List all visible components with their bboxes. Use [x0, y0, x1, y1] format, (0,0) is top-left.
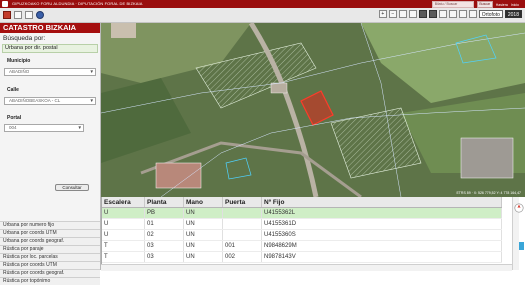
chevron-down-icon: ▼	[89, 69, 94, 74]
print-icon[interactable]	[14, 11, 22, 19]
cell-mano: UN	[183, 251, 223, 263]
municipio-select[interactable]: ABADIÑO ▼	[4, 68, 96, 76]
units-table: Escalera Planta Mano Puerta Nº Fijo U PB…	[102, 197, 502, 263]
banner-search-input[interactable]: Bilatu / Buscar	[431, 1, 474, 8]
portal-label: Portal	[7, 115, 22, 121]
cell-planta: 03	[144, 240, 184, 252]
cell-numero-fijo: U4155360S	[261, 229, 502, 241]
government-logo-icon	[2, 1, 8, 7]
side-panel-toggle-button[interactable]	[519, 242, 524, 250]
table-row[interactable]: T 03 UN 001 N9848629M	[102, 240, 502, 252]
cell-planta: 01	[144, 218, 184, 230]
menu-item-urbana-coords-geograf[interactable]: Urbana por coords geograf.	[0, 237, 100, 245]
banner-search-button[interactable]: Buscar	[476, 1, 493, 8]
basemap-year-select[interactable]: 2018	[504, 10, 522, 18]
column-header-puerta[interactable]: Puerta	[222, 197, 262, 208]
cell-mano: UN	[183, 207, 223, 219]
building-northwest	[111, 23, 136, 38]
globe-icon[interactable]	[36, 11, 44, 19]
top-banner: GIPUZKOAKO FORU ALDUNDIA · DIPUTACIÓN FO…	[0, 0, 525, 8]
cell-escalera: T	[102, 251, 145, 263]
map-toolbar: + − Ortofoto 2018	[0, 8, 525, 23]
municipio-label: Municipio	[7, 58, 31, 64]
tab-urbana-dir-postal[interactable]: Urbana por dir. postal	[2, 44, 98, 53]
document-icon[interactable]	[25, 11, 33, 19]
chevron-down-icon: ▼	[77, 125, 82, 130]
cell-escalera: U	[102, 207, 145, 219]
cell-puerta: 001	[222, 240, 262, 252]
building	[270, 82, 288, 94]
fullscreen-icon[interactable]	[408, 10, 417, 18]
cell-numero-fijo: N9878143V	[261, 251, 502, 263]
toolbar-right-group: + − Ortofoto 2018	[378, 10, 522, 18]
cell-mano: UN	[183, 229, 223, 241]
portal-select[interactable]: 004 ▼	[4, 124, 84, 132]
cell-mano: UN	[183, 218, 223, 230]
banner-actions: Bilatu / Buscar Buscar Hasiera Inicio	[431, 1, 519, 8]
banner-title: GIPUZKOAKO FORU ALDUNDIA · DIPUTACIÓN FO…	[12, 1, 143, 6]
basemap-select[interactable]: Ortofoto	[478, 10, 503, 18]
table-row[interactable]: U PB UN U4155362L	[102, 207, 502, 219]
search-mode-menu: Urbana por numero fijo Urbana por coords…	[0, 221, 100, 285]
orthophoto-map	[101, 23, 525, 197]
cell-puerta	[222, 229, 262, 241]
zoom-out-icon[interactable]: −	[388, 10, 397, 18]
cell-planta: PB	[144, 207, 184, 219]
cell-escalera: U	[102, 229, 145, 241]
search-panel: CATASTRO BIZKAIA Búsqueda por: Urbana po…	[0, 23, 101, 285]
menu-item-rustica-paraje[interactable]: Rústica por paraje	[0, 245, 100, 253]
layers-icon[interactable]	[428, 10, 437, 18]
cell-numero-fijo: N9848629M	[261, 240, 502, 252]
calle-label: Calle	[7, 87, 19, 93]
pan-icon[interactable]	[398, 10, 407, 18]
ruler-icon[interactable]	[438, 10, 447, 18]
cell-puerta	[222, 218, 262, 230]
cell-numero-fijo: U4155361D	[261, 218, 502, 230]
municipio-value: ABADIÑO	[9, 69, 30, 74]
map-view[interactable]: ETRS 89 · X: 526 779,52 Y: 4 778 164,47	[101, 23, 525, 197]
banner-link-hasiera[interactable]: Hasiera	[496, 2, 508, 8]
menu-item-rustica-coords-geograf[interactable]: Rústica por coords geograf.	[0, 269, 100, 277]
consultar-button[interactable]: Consultar	[55, 184, 89, 191]
column-header-numero-fijo[interactable]: Nº Fijo	[261, 197, 502, 208]
table-header-row: Escalera Planta Mano Puerta Nº Fijo	[102, 197, 502, 208]
compass-icon[interactable]	[514, 203, 524, 213]
info-icon[interactable]	[458, 10, 467, 18]
table-row[interactable]: T 03 UN 002 N9878143V	[102, 251, 502, 263]
banner-link-inicio[interactable]: Inicio	[511, 2, 519, 8]
calle-value: ABADIÑOBEASKOA - CL	[9, 98, 61, 103]
menu-item-rustica-loc-parcelas[interactable]: Rústica por loc. parcelas	[0, 253, 100, 261]
search-icon[interactable]	[468, 10, 477, 18]
zoom-in-icon[interactable]: +	[378, 10, 387, 18]
menu-item-rustica-toponimo[interactable]: Rústica por topónimo	[0, 277, 100, 285]
menu-item-urbana-coords-utm[interactable]: Urbana por coords UTM	[0, 229, 100, 237]
cell-escalera: U	[102, 218, 145, 230]
coordinates-readout: ETRS 89 · X: 526 779,52 Y: 4 778 164,47	[456, 191, 521, 195]
portal-value: 004	[9, 125, 17, 130]
calle-select[interactable]: ABADIÑOBEASKOA - CL ▼	[4, 97, 96, 105]
cell-mano: UN	[183, 240, 223, 252]
results-table: Escalera Planta Mano Puerta Nº Fijo U PB…	[101, 197, 513, 270]
app-title: CATASTRO BIZKAIA	[0, 23, 100, 33]
pencil-icon[interactable]	[448, 10, 457, 18]
menu-item-urbana-numero-fijo[interactable]: Urbana por numero fijo	[0, 221, 100, 229]
column-header-mano[interactable]: Mano	[183, 197, 223, 208]
cell-escalera: T	[102, 240, 145, 252]
chevron-down-icon: ▼	[89, 98, 94, 103]
search-by-label: Búsqueda por:	[3, 35, 46, 42]
cell-numero-fijo: U4155362L	[261, 207, 502, 219]
column-header-planta[interactable]: Planta	[144, 197, 184, 208]
menu-item-rustica-coords-utm[interactable]: Rústica por coords UTM	[0, 261, 100, 269]
measure-icon[interactable]	[418, 10, 427, 18]
column-header-escalera[interactable]: Escalera	[102, 197, 145, 208]
cell-puerta	[222, 207, 262, 219]
cell-puerta: 002	[222, 251, 262, 263]
cell-planta: 02	[144, 229, 184, 241]
home-icon[interactable]	[3, 11, 11, 19]
table-row[interactable]: U 02 UN U4155360S	[102, 229, 502, 241]
cell-planta: 03	[144, 251, 184, 263]
table-row[interactable]: U 01 UN U4155361D	[102, 218, 502, 230]
building-block-east	[460, 137, 514, 179]
